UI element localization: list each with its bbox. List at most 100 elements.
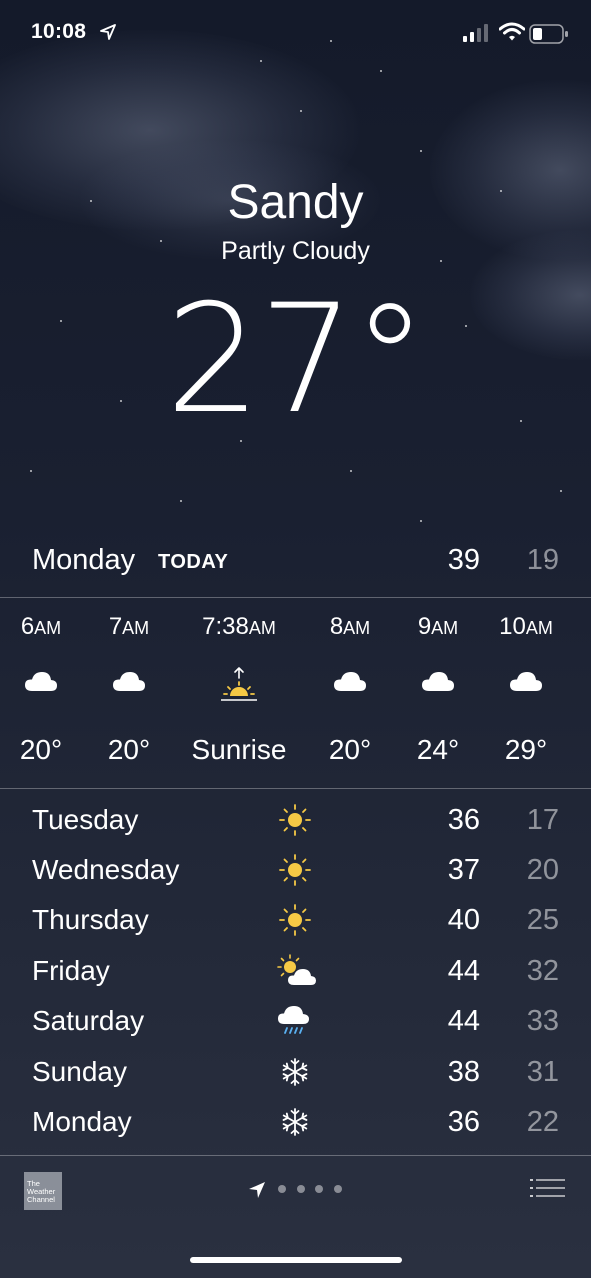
day-low: 17 [526,804,559,836]
star [300,110,302,112]
status-time: 10:08 [31,20,87,43]
hour-label-time: 7 [108,613,123,640]
cloud-icon [24,670,58,697]
hour-temperature: 24° [416,734,460,765]
page-dot[interactable] [297,1185,305,1193]
day-name: Thursday [32,904,149,935]
day-high: 36 [447,1106,480,1138]
wifi-icon [498,22,526,47]
day-high: 37 [447,854,480,886]
today-low: 19 [526,544,559,576]
hour-label-suffix: AM [525,618,553,638]
cloud-icon [509,670,543,697]
location-arrow-icon [100,24,116,45]
day-high: 36 [447,804,480,836]
day-name: Monday [32,1106,132,1137]
hour-label-time: 7:38 [202,613,249,640]
day-low: 31 [526,1056,559,1088]
weather-channel-logo[interactable]: The Weather Channel [24,1172,62,1210]
day-name: Friday [32,955,110,986]
hour-label: 10AM [485,612,567,643]
day-low: 33 [526,1005,559,1037]
page-dot[interactable] [315,1185,323,1193]
hour-label: 6AM [0,612,82,643]
battery-icon [529,24,569,49]
current-temperature: 27° [165,273,428,447]
hour-label-suffix: AM [431,618,459,638]
day-low: 25 [526,904,559,936]
hour-label: 7:38AM [178,612,300,643]
hour-label-suffix: AM [343,618,371,638]
star [350,470,352,472]
day-name: Sunday [32,1056,127,1087]
cloud-icon [333,670,367,697]
day-low: 32 [526,955,559,987]
cellular-signal-icon [463,24,491,47]
hour-label: 8AM [309,612,391,643]
home-indicator[interactable] [190,1257,402,1263]
hour-temperature: 29° [504,734,548,765]
daily-row: Tuesday 36 17 [0,795,591,845]
star [30,470,32,472]
star [380,70,382,72]
star [420,150,422,152]
divider [0,788,591,789]
hour-temperature: 20° [328,734,372,765]
today-tag: TODAY [158,551,229,573]
day-low: 22 [526,1106,559,1138]
page-indicator[interactable] [248,1180,348,1200]
sunrise-icon [219,666,259,711]
daily-row: Monday 36 22 [0,1097,591,1147]
sun-icon [276,902,314,938]
star [180,500,182,502]
hour-temperature: Sunrise [191,734,287,765]
daily-row: Friday 44 32 [0,946,591,996]
day-name: Tuesday [32,804,139,835]
day-high: 44 [447,955,480,987]
day-name: Wednesday [32,854,180,885]
city-name: Sandy [227,176,364,229]
hourly-forecast-strip[interactable]: 6AM 20° 7AM 20° 7:38AM Sunrise 8AM 20° 9… [0,598,591,788]
location-arrow-icon [248,1181,266,1204]
page-dot[interactable] [334,1185,342,1193]
hour-temperature: 20° [19,734,63,765]
day-high: 44 [447,1005,480,1037]
day-high: 38 [447,1056,480,1088]
day-high: 40 [447,904,480,936]
cloud-icon [421,670,455,697]
page-dot[interactable] [278,1185,286,1193]
cloud-icon [112,670,146,697]
snowflake-icon [276,1104,314,1140]
hour-label-suffix: AM [34,618,62,638]
hour-label-time: 8 [329,613,344,640]
daily-row: Sunday 38 31 [0,1047,591,1097]
today-high: 39 [447,544,480,576]
daily-row: Thursday 40 25 [0,895,591,945]
condition-text: Partly Cloudy [221,237,370,265]
city-list-icon[interactable] [530,1177,566,1204]
daily-row: Wednesday 37 20 [0,845,591,895]
star [420,520,422,522]
hour-label-suffix: AM [248,618,276,638]
sun-icon [276,852,314,888]
bottom-toolbar: The Weather Channel [0,1160,591,1220]
hour-label-time: 10 [499,613,526,640]
day-name: Saturday [32,1005,145,1036]
sun-icon [276,802,314,838]
status-bar: 10:08 [0,0,591,70]
day-low: 20 [526,854,559,886]
hour-label: 9AM [397,612,479,643]
hour-label: 7AM [88,612,170,643]
divider [0,1155,591,1156]
snowflake-icon [276,1054,314,1090]
weather-header: Sandy Partly Cloudy [0,170,591,266]
hour-label-time: 9 [417,613,432,640]
today-day: Monday [32,544,136,576]
star [560,490,562,492]
rain-icon [276,1003,314,1039]
hour-label-time: 6 [20,613,35,640]
partly-cloudy-icon [276,953,316,989]
today-summary: Monday TODAY 39 19 [0,540,591,580]
hour-temperature: 20° [107,734,151,765]
hour-label-suffix: AM [122,618,150,638]
